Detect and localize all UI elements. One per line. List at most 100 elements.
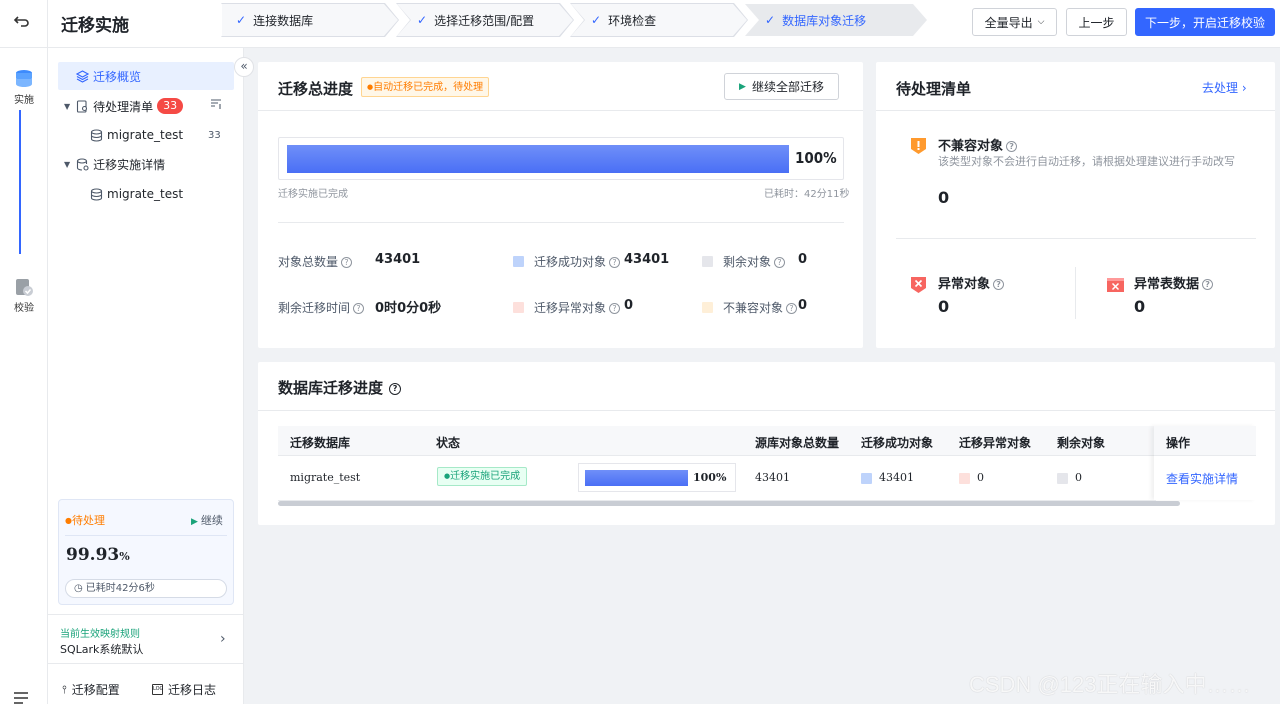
incompat-objects-label: 不兼容对象? bbox=[723, 299, 798, 316]
help-icon: ? bbox=[1006, 141, 1018, 152]
progress-status-text: 迁移实施已完成 bbox=[278, 189, 348, 200]
log-icon: LOG bbox=[152, 684, 163, 695]
button-label: 上一步 bbox=[1078, 15, 1115, 30]
db-name-cell: migrate_test bbox=[290, 471, 361, 484]
help-icon: ? bbox=[353, 303, 365, 314]
col-header: 剩余对象 bbox=[1057, 436, 1106, 450]
status-tag: ●自动迁移已完成，待处理 bbox=[361, 77, 490, 97]
progress-track bbox=[287, 145, 789, 173]
clock-icon: ◷ bbox=[74, 583, 83, 594]
sidebar-item-pending-db[interactable]: migrate_test 33 bbox=[48, 121, 234, 149]
next-step-button[interactable]: 下一步，开启迁移校验 bbox=[1135, 8, 1275, 36]
database-settings-icon bbox=[76, 157, 89, 171]
layers-icon bbox=[76, 69, 89, 83]
play-icon: ▶ bbox=[739, 81, 746, 92]
success-swatch bbox=[861, 473, 872, 484]
total-cell: 43401 bbox=[755, 471, 790, 484]
status-percent: 99.93% bbox=[66, 545, 130, 565]
chevron-right-icon[interactable]: › bbox=[220, 631, 226, 647]
help-icon: ? bbox=[993, 279, 1005, 290]
error-objects-label: 迁移异常对象? bbox=[534, 299, 621, 316]
db-progress-table: 迁移数据库 状态 源库对象总数量 迁移成功对象 迁移异常对象 剩余对象 migr… bbox=[278, 426, 1256, 501]
go-process-link[interactable]: 去处理 › bbox=[1202, 79, 1247, 96]
remaining-legend-swatch bbox=[702, 256, 713, 267]
remaining-cell: 0 bbox=[1075, 471, 1082, 484]
rail-item-verify[interactable]: 校验 bbox=[0, 277, 48, 314]
menu-icon[interactable] bbox=[13, 690, 29, 704]
migration-log-button[interactable]: LOG 迁移日志 bbox=[152, 681, 216, 698]
pending-card: 待处理清单 去处理 › 不兼容对象? 该类型对象不会进行自动迁移，请根据处理建议… bbox=[876, 62, 1275, 348]
help-icon: ? bbox=[774, 257, 786, 268]
sidebar-item-details[interactable]: ▼ 迁移实施详情 bbox=[48, 150, 234, 178]
chevron-down-icon: ⌵ bbox=[1037, 17, 1045, 27]
sidebar-item-details-db[interactable]: migrate_test bbox=[48, 180, 234, 208]
sort-icon[interactable] bbox=[210, 98, 222, 110]
rail-item-implement[interactable]: 实施 bbox=[0, 68, 48, 106]
remaining-objects-value: 0 bbox=[798, 252, 808, 267]
step-label: 连接数据库 bbox=[253, 13, 314, 28]
continue-button[interactable]: ▶ 继续 bbox=[191, 512, 223, 528]
status-card: ●待处理 ▶ 继续 99.93% ◷ 已耗时42分6秒 bbox=[58, 499, 234, 605]
table-error-icon bbox=[1106, 275, 1125, 294]
step-label: 环境检查 bbox=[608, 13, 657, 28]
db-progress-title: 数据库迁移进度? bbox=[278, 377, 402, 398]
sidebar-item-label: 迁移实施详情 bbox=[93, 157, 166, 172]
pending-card-title: 待处理清单 bbox=[896, 80, 972, 98]
help-icon: ? bbox=[341, 257, 353, 268]
export-all-button[interactable]: 全量导出 ⌵ bbox=[972, 8, 1057, 36]
sidebar-item-pending[interactable]: ▼ 待处理清单 33 bbox=[48, 92, 234, 120]
collapse-icon[interactable]: « bbox=[234, 57, 254, 77]
col-header: 源库对象总数量 bbox=[755, 436, 840, 450]
abnormal-objects-title: 异常对象? bbox=[938, 273, 1005, 292]
error-objects-value: 0 bbox=[624, 298, 634, 313]
progress-card: 迁移总进度 ●自动迁移已完成，待处理 ▶ 继续全部迁移 100% 迁移实施已完成 … bbox=[258, 62, 863, 348]
page-title: 迁移实施 bbox=[61, 16, 129, 36]
col-header: 状态 bbox=[436, 436, 461, 450]
incompat-objects-value: 0 bbox=[798, 298, 808, 313]
caret-down-icon: ▼ bbox=[64, 101, 71, 111]
step-env-check[interactable]: ✓ 环境检查 bbox=[571, 4, 747, 36]
side-rail: 实施 校验 bbox=[0, 0, 48, 704]
incompat-legend-swatch bbox=[702, 302, 713, 313]
step-select-scope[interactable]: ✓ 选择迁移范围/配置 bbox=[397, 4, 573, 36]
continue-all-button[interactable]: ▶ 继续全部迁移 bbox=[724, 73, 839, 100]
sidebar-item-label: 待处理清单 bbox=[93, 99, 154, 114]
verify-icon bbox=[14, 277, 34, 297]
play-icon: ▶ bbox=[191, 517, 198, 527]
status-text: ●待处理 bbox=[65, 514, 105, 527]
watermark: CSDN @123正在输入中…… bbox=[969, 672, 1251, 697]
remaining-time-value: 0时0分0秒 bbox=[375, 301, 442, 316]
migration-config-button[interactable]: ⫯ 迁移配置 bbox=[62, 681, 120, 698]
success-objects-label: 迁移成功对象? bbox=[534, 253, 621, 270]
abnormal-table-value: 0 bbox=[1134, 297, 1146, 316]
prev-step-button[interactable]: 上一步 bbox=[1066, 8, 1127, 36]
back-arrow-icon[interactable] bbox=[12, 12, 30, 30]
database-icon bbox=[90, 128, 103, 142]
abnormal-objects-value: 0 bbox=[938, 297, 950, 316]
col-header: 操作 bbox=[1166, 436, 1191, 450]
sidebar-item-label: migrate_test bbox=[107, 128, 184, 142]
error-legend-swatch bbox=[513, 302, 524, 313]
warning-icon bbox=[909, 136, 928, 155]
error-swatch bbox=[959, 473, 970, 484]
remaining-swatch bbox=[1057, 473, 1068, 484]
caret-down-icon: ▼ bbox=[64, 159, 71, 169]
step-connect-db[interactable]: ✓ 连接数据库 bbox=[222, 4, 398, 36]
fixed-action-column: 操作 查看实施详情 bbox=[1154, 426, 1256, 500]
check-icon: ✓ bbox=[236, 13, 247, 27]
button-label: 下一步，开启迁移校验 bbox=[1144, 15, 1265, 30]
overall-progress-bar: 100% bbox=[278, 137, 844, 180]
help-icon: ? bbox=[609, 257, 621, 268]
total-objects-label: 对象总数量? bbox=[278, 253, 353, 270]
success-cell: 43401 bbox=[879, 471, 914, 484]
rail-progress-line bbox=[19, 110, 21, 254]
view-details-link[interactable]: 查看实施详情 bbox=[1166, 470, 1238, 487]
horizontal-scrollbar[interactable] bbox=[278, 501, 1180, 506]
error-cell: 0 bbox=[977, 471, 984, 484]
sidebar-item-overview[interactable]: 迁移概览 bbox=[58, 62, 234, 90]
sidebar-item-label: 迁移概览 bbox=[93, 69, 142, 84]
row-progress-fill bbox=[585, 470, 688, 486]
abnormal-table-title: 异常表数据? bbox=[1134, 273, 1214, 292]
row-progress-track bbox=[585, 470, 688, 486]
step-object-migration[interactable]: ✓ 数据库对象迁移 bbox=[745, 4, 927, 36]
